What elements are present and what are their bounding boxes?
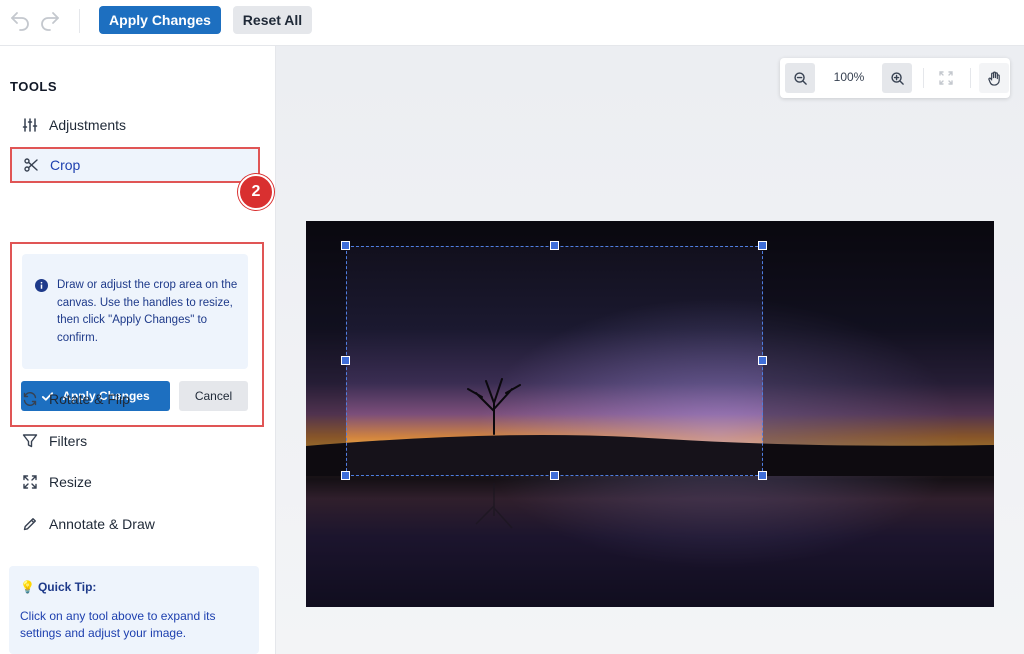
rotate-icon — [22, 391, 38, 407]
crop-handle-top[interactable] — [550, 241, 559, 250]
crop-handle-bottom-right[interactable] — [758, 471, 767, 480]
zoom-out-icon — [793, 71, 807, 85]
zoom-in-button[interactable] — [882, 63, 912, 93]
redo-icon[interactable] — [38, 9, 62, 33]
crop-handle-left[interactable] — [341, 356, 350, 365]
fit-screen-icon — [939, 71, 953, 85]
crop-handle-bottom-left[interactable] — [341, 471, 350, 480]
crop-handle-right[interactable] — [758, 356, 767, 365]
tool-resize[interactable]: Resize — [10, 464, 260, 500]
apply-changes-button[interactable]: Apply Changes — [99, 6, 221, 34]
hand-icon — [987, 71, 1000, 86]
info-icon — [35, 279, 48, 292]
tools-sidebar: TOOLS Adjustments Crop 2 Draw or adjust … — [0, 46, 276, 654]
tool-label: Filters — [49, 433, 88, 449]
tool-label: Adjustments — [49, 117, 127, 133]
zoom-out-button[interactable] — [785, 63, 815, 93]
crop-info-box: Draw or adjust the crop area on the canv… — [22, 254, 248, 369]
zoom-divider — [970, 68, 971, 88]
tool-label: Crop — [50, 157, 81, 173]
reset-all-button[interactable]: Reset All — [233, 6, 312, 34]
tool-crop[interactable]: Crop — [10, 147, 260, 183]
tool-filters[interactable]: Filters — [10, 423, 260, 459]
fit-screen-button[interactable] — [937, 69, 955, 87]
pan-tool-button[interactable] — [979, 63, 1009, 93]
crop-handle-top-right[interactable] — [758, 241, 767, 250]
quick-tip-text: Click on any tool above to expand its se… — [20, 609, 216, 640]
filter-icon — [22, 433, 38, 449]
scissors-icon — [23, 157, 39, 173]
step-badge: 2 — [238, 174, 274, 210]
editable-photo[interactable] — [306, 221, 994, 607]
tool-label: Rotate & Flip — [49, 391, 130, 407]
lightbulb-icon: 💡 — [20, 580, 35, 594]
zoom-toolbar: 100% — [780, 58, 1010, 98]
zoom-divider — [923, 68, 924, 88]
sliders-icon — [22, 117, 38, 133]
expand-icon — [22, 474, 38, 490]
pencil-icon — [22, 516, 38, 532]
top-toolbar: Apply Changes Reset All — [0, 0, 1024, 46]
crop-instructions: Draw or adjust the crop area on the canv… — [57, 279, 238, 344]
tools-heading: TOOLS — [10, 79, 58, 94]
zoom-level: 100% — [833, 70, 865, 84]
tool-label: Annotate & Draw — [49, 516, 155, 532]
canvas-area[interactable]: 100% — [276, 46, 1024, 654]
crop-handle-top-left[interactable] — [341, 241, 350, 250]
toolbar-divider — [79, 9, 80, 33]
tool-label: Resize — [49, 474, 92, 490]
tool-rotate-flip[interactable]: Rotate & Flip — [10, 381, 260, 417]
tool-adjustments[interactable]: Adjustments — [10, 107, 260, 143]
undo-icon[interactable] — [8, 9, 32, 33]
tool-annotate-draw[interactable]: Annotate & Draw — [10, 506, 260, 542]
quick-tip-box: 💡 Quick Tip: Click on any tool above to e… — [9, 566, 259, 654]
crop-handle-bottom[interactable] — [550, 471, 559, 480]
zoom-in-icon — [890, 71, 904, 85]
quick-tip-title: 💡 Quick Tip: — [20, 580, 97, 594]
crop-selection[interactable] — [346, 246, 763, 476]
